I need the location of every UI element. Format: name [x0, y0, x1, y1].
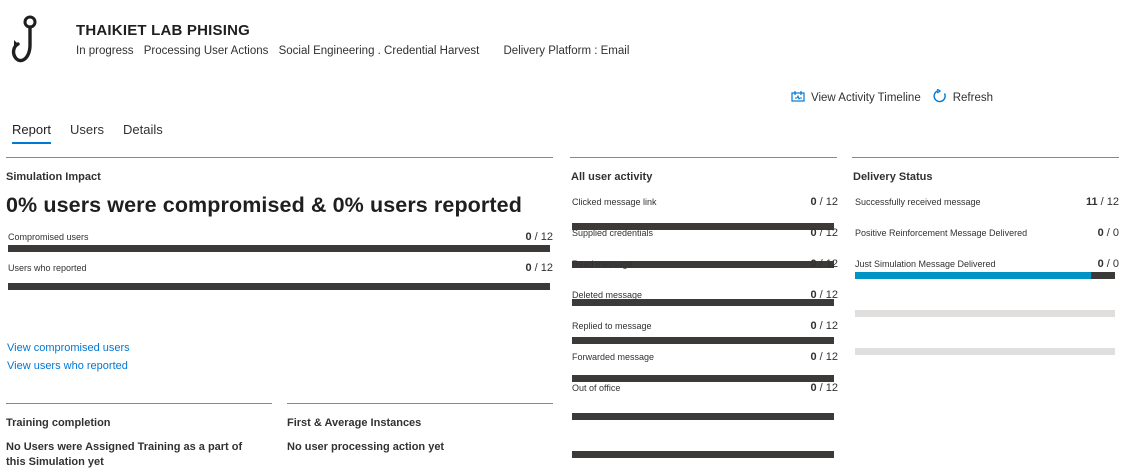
metric-row: Positive Reinforcement Message Delivered… [0, 70, 1132, 317]
metric-value: 0 / 12 [810, 289, 838, 301]
compromised-users-bar [8, 245, 550, 252]
delivery-status-title: Delivery Status [853, 171, 933, 183]
metric-value: 0 / 12 [810, 196, 838, 208]
first-average-instances-title: First & Average Instances [287, 417, 422, 429]
divider [6, 403, 272, 404]
tab-details[interactable]: Details [123, 122, 163, 143]
tab-users[interactable]: Users [70, 122, 104, 143]
metric-bar [855, 348, 1115, 355]
all-user-activity-title: All user activity [571, 171, 653, 183]
divider [6, 157, 553, 158]
metric-row: Successfully received message 11 / 12 [0, 63, 1132, 279]
simulation-meta: In progress Processing User Actions Soci… [76, 45, 636, 57]
tab-report[interactable]: Report [12, 122, 52, 144]
view-activity-timeline-label: View Activity Timeline [811, 91, 921, 104]
tab-bar: Report Users Details [12, 122, 182, 144]
metric-row: Clicked message link 0 / 12 [0, 14, 1132, 230]
metric-value: 0 / 12 [810, 258, 838, 270]
metric-value: 0 / 12 [810, 351, 838, 363]
refresh-icon [933, 88, 953, 106]
metric-bar-fill [855, 272, 1091, 279]
metric-bar [572, 375, 834, 382]
fishhook-icon [8, 12, 50, 72]
metric-row: Out of office 0 / 12 [0, 56, 1132, 458]
view-activity-timeline-button[interactable]: View Activity Timeline [791, 90, 921, 105]
status-text: In progress [76, 45, 134, 57]
training-completion-text: No Users were Assigned Training as a par… [6, 441, 243, 468]
users-who-reported-value: 0 / 12 [525, 262, 553, 274]
metric-label: Replied to message [572, 321, 652, 331]
metric-label: Supplied credentials [572, 228, 654, 238]
metric-value: 0 / 12 [810, 227, 838, 239]
timeline-icon [791, 90, 811, 105]
metric-label: Forwarded message [572, 352, 655, 362]
metric-label: Successfully received message [855, 197, 981, 207]
action-bar: View Activity Timeline Refresh [791, 88, 993, 106]
metric-label: Clicked message link [572, 197, 657, 207]
first-average-instances-text: No user processing action yet [287, 441, 445, 453]
users-who-reported-bar [8, 283, 550, 290]
metric-label: Out of office [572, 383, 621, 393]
metric-label: Deleted message [572, 290, 643, 300]
metric-label: Positive Reinforcement Message Delivered [855, 228, 1028, 238]
view-users-who-reported-link[interactable]: View users who reported [7, 360, 128, 372]
metric-bar [572, 451, 834, 458]
metric-value: 0 / 12 [810, 320, 838, 332]
metric-label: Read message [572, 259, 633, 269]
metric-value: 0 / 0 [1097, 227, 1119, 239]
technique-text: Social Engineering . Credential Harvest [278, 45, 480, 57]
users-who-reported-label: Users who reported [8, 263, 87, 273]
metric-bar [855, 310, 1115, 317]
metric-bar-remainder [1093, 272, 1115, 279]
processing-text: Processing User Actions [143, 45, 269, 57]
divider [287, 403, 553, 404]
delivery-status-list: Successfully received message 11 / 12 Posi… [0, 63, 1132, 355]
impact-headline: 0% users were compromised & 0% users rep… [6, 193, 522, 217]
compromised-users-value: 0 / 12 [525, 231, 553, 243]
refresh-button[interactable]: Refresh [933, 88, 993, 106]
delivery-platform-text: Delivery Platform : Email [503, 45, 630, 57]
metric-value: 0 / 0 [1097, 258, 1119, 270]
simulation-title: THAIKIET LAB PHISING [76, 22, 251, 39]
training-completion-title: Training completion [6, 417, 111, 429]
divider [852, 157, 1119, 158]
divider [570, 157, 837, 158]
metric-row: Just Simulation Message Delivered 0 / 0 [0, 77, 1132, 355]
metric-label: Just Simulation Message Delivered [855, 259, 996, 269]
refresh-label: Refresh [952, 91, 993, 104]
view-compromised-users-link[interactable]: View compromised users [7, 342, 130, 354]
metric-value: 0 / 12 [810, 382, 838, 394]
metric-bar [855, 272, 1115, 279]
compromised-users-label: Compromised users [8, 232, 89, 242]
metric-value: 11 / 12 [1085, 196, 1119, 208]
simulation-impact-title: Simulation Impact [6, 171, 101, 183]
metric-bar [572, 413, 834, 420]
metric-bar [572, 337, 834, 344]
